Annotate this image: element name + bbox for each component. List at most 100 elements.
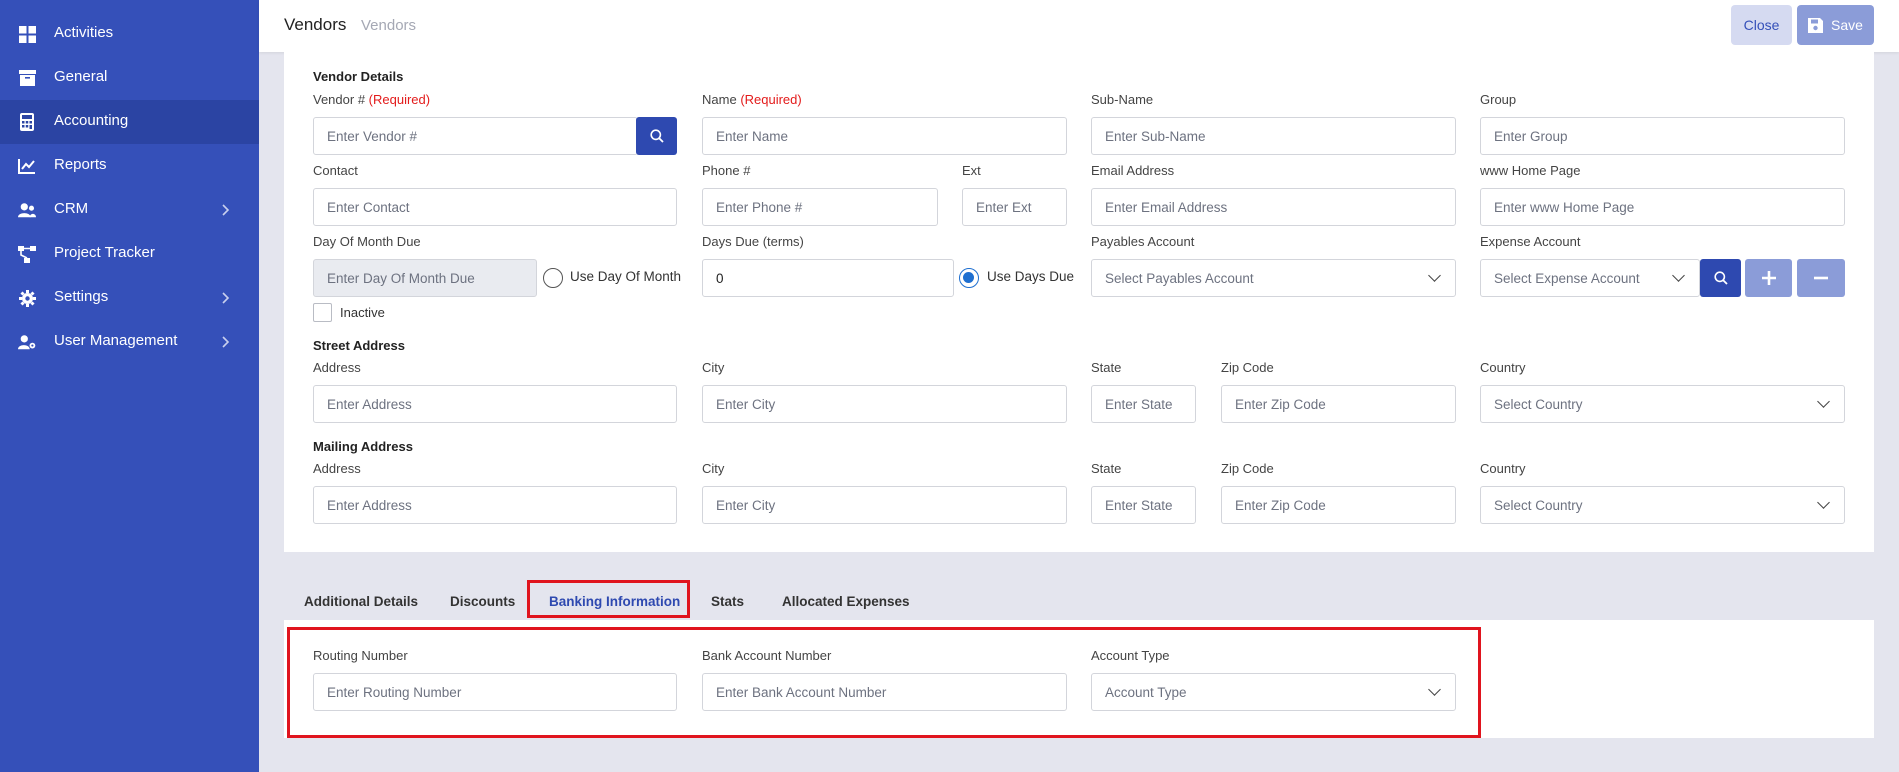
ext-input[interactable]: Enter Ext (962, 188, 1067, 226)
use-day-of-month-radio[interactable] (543, 268, 563, 288)
contact-label: Contact (313, 163, 358, 178)
close-button[interactable]: Close (1731, 5, 1792, 45)
section-title-mailing-address: Mailing Address (313, 439, 413, 454)
banking-panel-highlight (287, 627, 1481, 738)
contact-input[interactable]: Enter Contact (313, 188, 677, 226)
home-page-label: www Home Page (1480, 163, 1581, 178)
tab-discounts[interactable]: Discounts (450, 594, 515, 616)
vendor-form-card: Vendor Details Vendor # (Required) Name … (284, 52, 1874, 552)
mailing-country-select[interactable]: Select Country (1480, 486, 1845, 524)
email-input[interactable]: Enter Email Address (1091, 188, 1456, 226)
sidebar-item-general[interactable]: General (0, 56, 259, 100)
sidebar-item-label: Project Tracker (54, 244, 155, 261)
sidebar-item-activities[interactable]: Activities (0, 12, 259, 56)
payables-account-select[interactable]: Select Payables Account (1091, 259, 1456, 297)
chevron-right-icon (217, 202, 233, 218)
sitemap-icon (18, 245, 36, 263)
street-address-label: Address (313, 360, 361, 375)
grid-icon (18, 25, 36, 43)
chart-line-icon (18, 157, 36, 175)
use-days-due-radio[interactable] (959, 268, 979, 288)
inactive-checkbox[interactable] (313, 303, 332, 322)
mailing-city-label: City (702, 461, 725, 476)
calculator-icon (18, 113, 36, 131)
street-zip-input[interactable]: Enter Zip Code (1221, 385, 1456, 423)
tab-allocated-expenses[interactable]: Allocated Expenses (782, 594, 910, 616)
name-label: Name (Required) (702, 92, 802, 107)
mailing-zip-input[interactable]: Enter Zip Code (1221, 486, 1456, 524)
street-zip-label: Zip Code (1221, 360, 1274, 375)
home-page-input[interactable]: Enter www Home Page (1480, 188, 1845, 226)
save-button[interactable]: Save (1797, 5, 1874, 45)
street-state-label: State (1091, 360, 1122, 375)
sidebar-item-label: General (54, 68, 108, 85)
phone-label: Phone # (702, 163, 751, 178)
mailing-state-input[interactable]: Enter State (1091, 486, 1196, 524)
remove-expense-account-button[interactable] (1797, 259, 1845, 297)
save-button-label: Save (1831, 17, 1863, 33)
sidebar-item-accounting[interactable]: Accounting (0, 100, 259, 144)
use-day-of-month-label: Use Day Of Month (570, 269, 682, 284)
use-days-due-label: Use Days Due (987, 269, 1075, 284)
day-of-month-due-input[interactable]: Enter Day Of Month Due (313, 259, 537, 297)
user-cog-icon (18, 333, 36, 351)
street-state-input[interactable]: Enter State (1091, 385, 1196, 423)
plus-icon (1761, 271, 1776, 285)
mailing-zip-label: Zip Code (1221, 461, 1274, 476)
chevron-right-icon (217, 290, 233, 306)
sidebar-item-label: Reports (54, 156, 107, 173)
phone-input[interactable]: Enter Phone # (702, 188, 938, 226)
days-due-input[interactable]: 0 (702, 259, 954, 297)
street-address-input[interactable]: Enter Address (313, 385, 677, 423)
name-input[interactable]: Enter Name (702, 117, 1067, 155)
page-title: Vendors (284, 15, 347, 34)
day-of-month-due-label: Day Of Month Due (313, 234, 421, 249)
tab-additional-details[interactable]: Additional Details (304, 594, 418, 616)
sidebar-item-project-tracker[interactable]: Project Tracker (0, 232, 259, 276)
mailing-state-label: State (1091, 461, 1122, 476)
street-country-select[interactable]: Select Country (1480, 385, 1845, 423)
days-due-label: Days Due (terms) (702, 234, 804, 249)
section-title-street-address: Street Address (313, 338, 405, 353)
inactive-label: Inactive (340, 305, 385, 320)
add-expense-account-button[interactable] (1745, 259, 1792, 297)
mailing-address-input[interactable]: Enter Address (313, 486, 677, 524)
sidebar-item-label: Accounting (54, 112, 129, 129)
expense-account-search-button[interactable] (1700, 259, 1741, 297)
sidebar-item-reports[interactable]: Reports (0, 144, 259, 188)
search-icon (1713, 271, 1728, 285)
vendor-search-button[interactable] (636, 117, 677, 155)
archive-icon (18, 69, 36, 87)
section-title-vendor-details: Vendor Details (313, 69, 404, 84)
mailing-country-label: Country (1480, 461, 1526, 476)
vendor-no-label: Vendor # (Required) (313, 92, 431, 107)
sidebar-item-label: CRM (54, 200, 89, 217)
sidebar-item-label: User Management (54, 332, 178, 349)
breadcrumb[interactable]: Vendors (361, 17, 416, 34)
expense-account-label: Expense Account (1480, 234, 1581, 249)
street-city-input[interactable]: Enter City (702, 385, 1067, 423)
email-label: Email Address (1091, 163, 1175, 178)
sub-name-input[interactable]: Enter Sub-Name (1091, 117, 1456, 155)
save-icon (1808, 17, 1824, 33)
ext-label: Ext (962, 163, 981, 178)
mailing-city-input[interactable]: Enter City (702, 486, 1067, 524)
gear-icon (18, 289, 36, 307)
users-icon (18, 201, 36, 219)
street-city-label: City (702, 360, 725, 375)
chevron-right-icon (217, 334, 233, 350)
vendor-no-input[interactable]: Enter Vendor # (313, 117, 638, 155)
tab-stats[interactable]: Stats (711, 594, 744, 616)
minus-icon (1814, 276, 1828, 280)
sidebar-item-label: Activities (54, 24, 114, 41)
group-label: Group (1480, 92, 1517, 107)
group-input[interactable]: Enter Group (1480, 117, 1845, 155)
sidebar-item-settings[interactable]: Settings (0, 276, 259, 320)
street-country-label: Country (1480, 360, 1526, 375)
expense-account-select[interactable]: Select Expense Account (1480, 259, 1700, 297)
sidebar-item-user-management[interactable]: User Management (0, 320, 259, 364)
active-tab-highlight (527, 580, 690, 618)
sub-name-label: Sub-Name (1091, 92, 1154, 107)
sidebar: Activities General Accounting Reports CR… (0, 0, 259, 772)
sidebar-item-crm[interactable]: CRM (0, 188, 259, 232)
